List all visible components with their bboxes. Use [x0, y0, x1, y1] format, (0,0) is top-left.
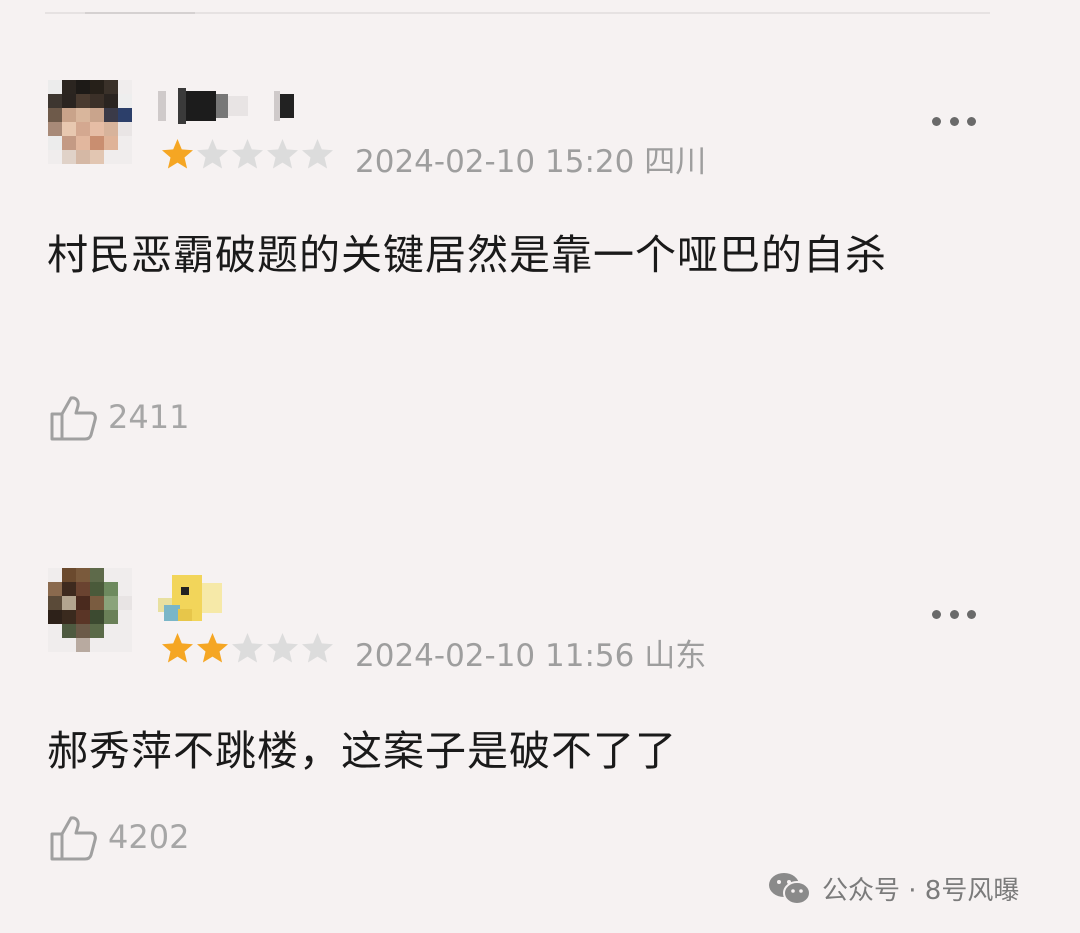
- like-count: 2411: [108, 398, 190, 436]
- rating-stars: [160, 137, 335, 171]
- avatar[interactable]: [48, 80, 132, 164]
- more-options-icon[interactable]: [932, 608, 976, 620]
- comment-text: 村民恶霸破题的关键居然是靠一个哑巴的自杀: [47, 231, 887, 279]
- star-filled-icon: [162, 139, 193, 169]
- star-empty-icon: [302, 633, 333, 663]
- avatar[interactable]: [48, 568, 132, 652]
- username-pixelated[interactable]: [158, 88, 294, 124]
- star-empty-icon: [197, 139, 228, 169]
- like-button[interactable]: 2411: [48, 392, 189, 442]
- rating-stars: [160, 631, 335, 665]
- star-empty-icon: [267, 139, 298, 169]
- watermark-text: 公众号 · 8号风曝: [822, 876, 1020, 906]
- username-pixelated[interactable]: [158, 575, 222, 621]
- top-divider: [45, 12, 990, 14]
- thumbs-up-icon: [50, 816, 97, 861]
- star-filled-icon: [197, 633, 228, 663]
- star-empty-icon: [302, 139, 333, 169]
- star-empty-icon: [267, 633, 298, 663]
- star-filled-icon: [162, 633, 193, 663]
- comment-meta: 2024-02-10 15:20 四川: [355, 144, 707, 180]
- watermark: 公众号 · 8号风曝: [768, 870, 1019, 907]
- star-empty-icon: [232, 139, 263, 169]
- like-button[interactable]: 4202: [48, 812, 189, 862]
- star-empty-icon: [232, 633, 263, 663]
- more-options-icon[interactable]: [932, 115, 976, 127]
- comment-meta: 2024-02-10 11:56 山东: [355, 638, 707, 674]
- wechat-icon: [769, 872, 811, 905]
- top-divider-segment: [85, 12, 195, 14]
- thumbs-up-icon: [50, 396, 97, 441]
- like-count: 4202: [108, 818, 190, 856]
- comment-text: 郝秀萍不跳楼，这案子是破不了了: [47, 727, 677, 775]
